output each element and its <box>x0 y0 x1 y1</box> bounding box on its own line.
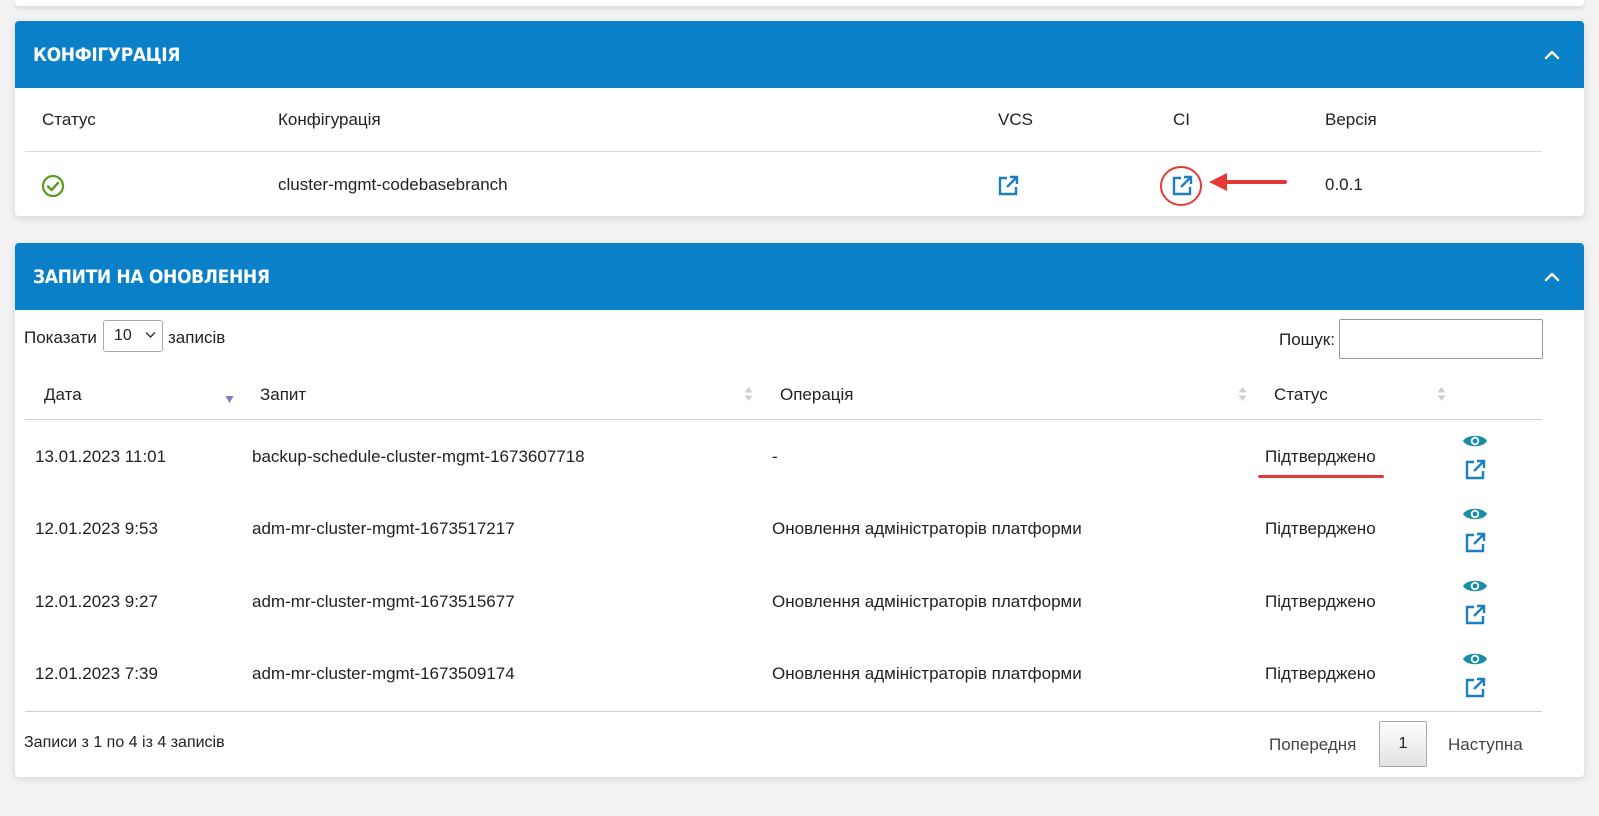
search-label: Пошук: <box>1279 330 1335 349</box>
external-link-icon[interactable] <box>1463 603 1487 627</box>
requests-table-wrapper: Показати 10 записів Пошук: Дата Запит Оп… <box>15 310 1584 777</box>
sort-desc-icon[interactable] <box>225 392 234 408</box>
row-operation: - <box>772 447 778 466</box>
row-operation: Оновлення адміністраторів платформи <box>772 592 1082 611</box>
header-divider <box>25 151 1542 152</box>
status-underline-annotation <box>1258 475 1384 478</box>
row-request: adm-mr-cluster-mgmt-1673517217 <box>252 519 515 538</box>
row-operation: Оновлення адміністраторів платформи <box>772 519 1082 538</box>
row-status: Підтверджено <box>1265 592 1376 611</box>
column-header-operation[interactable]: Операція <box>780 385 854 405</box>
row-status: Підтверджено <box>1265 664 1376 683</box>
row-date: 12.01.2023 9:53 <box>35 519 158 538</box>
column-header-request[interactable]: Запит <box>260 385 306 405</box>
pagination-previous[interactable]: Попередня <box>1269 735 1356 755</box>
eye-icon[interactable] <box>1462 505 1488 523</box>
sort-both-icon[interactable] <box>744 386 753 402</box>
row-operation: Оновлення адміністраторів платформи <box>772 664 1082 683</box>
external-link-icon[interactable] <box>1463 531 1487 555</box>
row-date: 12.01.2023 9:27 <box>35 592 158 611</box>
annotation-arrow <box>1209 173 1287 191</box>
table-footer-divider <box>25 711 1542 712</box>
configuration-panel: КОНФІГУРАЦІЯ Статус Конфігурація VCS CI … <box>15 21 1584 216</box>
eye-icon[interactable] <box>1462 577 1488 595</box>
row-date: 12.01.2023 7:39 <box>35 664 158 683</box>
configuration-name: cluster-mgmt-codebasebranch <box>278 175 508 194</box>
column-header-vcs: VCS <box>998 110 1033 129</box>
row-request: backup-schedule-cluster-mgmt-1673607718 <box>252 447 585 466</box>
chevron-up-icon[interactable] <box>1540 265 1564 289</box>
row-status: Підтверджено <box>1265 519 1376 538</box>
column-header-version: Версія <box>1325 110 1377 129</box>
vcs-external-link-icon[interactable] <box>996 174 1020 198</box>
configuration-version: 0.0.1 <box>1325 175 1363 194</box>
external-link-icon[interactable] <box>1463 676 1487 700</box>
row-date: 13.01.2023 11:01 <box>35 447 167 466</box>
update-requests-panel-header[interactable]: ЗАПИТИ НА ОНОВЛЕННЯ <box>15 243 1584 310</box>
eye-icon[interactable] <box>1462 650 1488 668</box>
table-info: Записи з 1 по 4 із 4 записів <box>24 734 225 751</box>
check-circle-icon <box>41 174 65 198</box>
column-header-status: Статус <box>42 110 96 129</box>
external-link-icon[interactable] <box>1463 458 1487 482</box>
table-header-divider <box>25 419 1542 420</box>
column-header-configuration: Конфігурація <box>278 110 381 129</box>
length-label-before: Показати <box>24 328 97 347</box>
eye-icon[interactable] <box>1462 432 1488 450</box>
chevron-up-icon[interactable] <box>1540 43 1564 67</box>
page-length-value: 10 <box>114 327 132 344</box>
pagination-current-label: 1 <box>1398 735 1408 752</box>
column-header-ci: CI <box>1173 110 1190 129</box>
row-request: adm-mr-cluster-mgmt-1673515677 <box>252 592 515 611</box>
sort-both-icon[interactable] <box>1238 386 1247 402</box>
update-requests-panel: ЗАПИТИ НА ОНОВЛЕННЯ Показати 10 записів … <box>15 243 1584 777</box>
length-label-after: записів <box>168 328 226 347</box>
column-header-date[interactable]: Дата <box>44 385 82 405</box>
pagination-page-1[interactable]: 1 <box>1379 721 1427 767</box>
configuration-panel-title: КОНФІГУРАЦІЯ <box>33 43 181 66</box>
search-input[interactable] <box>1339 319 1543 359</box>
sort-both-icon[interactable] <box>1437 386 1446 402</box>
previous-panel-edge <box>15 0 1584 6</box>
ci-external-link-icon[interactable] <box>1170 174 1194 198</box>
configuration-panel-header[interactable]: КОНФІГУРАЦІЯ <box>15 21 1584 88</box>
update-requests-panel-title: ЗАПИТИ НА ОНОВЛЕННЯ <box>33 265 270 288</box>
column-header-status[interactable]: Статус <box>1274 385 1328 405</box>
page-length-select[interactable]: 10 <box>103 320 163 352</box>
row-status: Підтверджено <box>1265 447 1376 466</box>
chevron-down-icon <box>145 332 156 338</box>
pagination-next[interactable]: Наступна <box>1448 735 1523 755</box>
row-request: adm-mr-cluster-mgmt-1673509174 <box>252 664 515 683</box>
